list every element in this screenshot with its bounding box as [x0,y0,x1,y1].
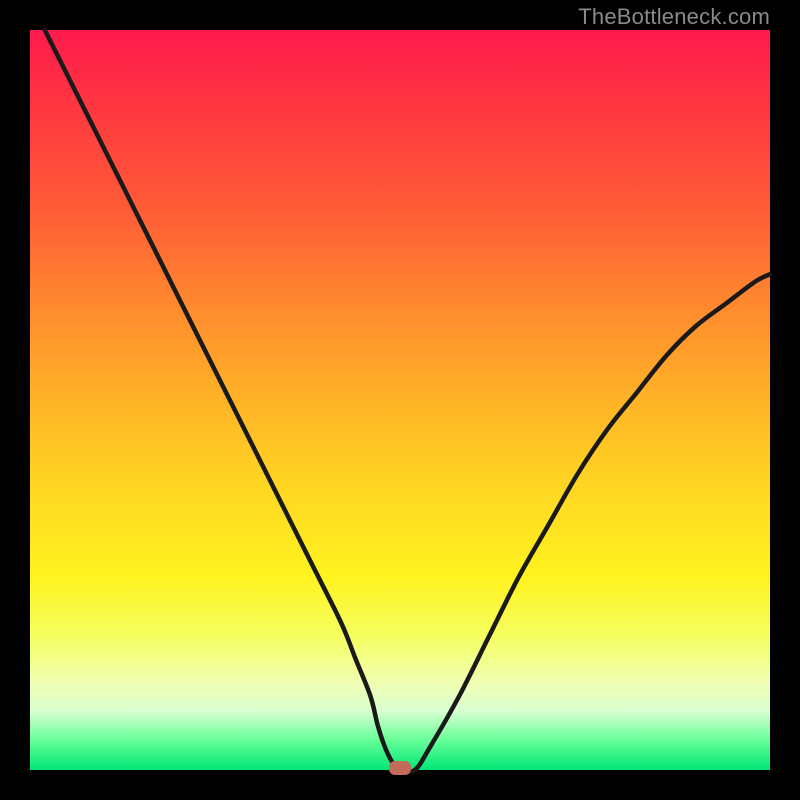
plot-area [30,30,770,770]
watermark-text: TheBottleneck.com [578,4,770,30]
minimum-marker [389,761,411,775]
bottleneck-curve [45,30,770,772]
chart-frame: TheBottleneck.com [0,0,800,800]
curve-layer [30,30,770,770]
